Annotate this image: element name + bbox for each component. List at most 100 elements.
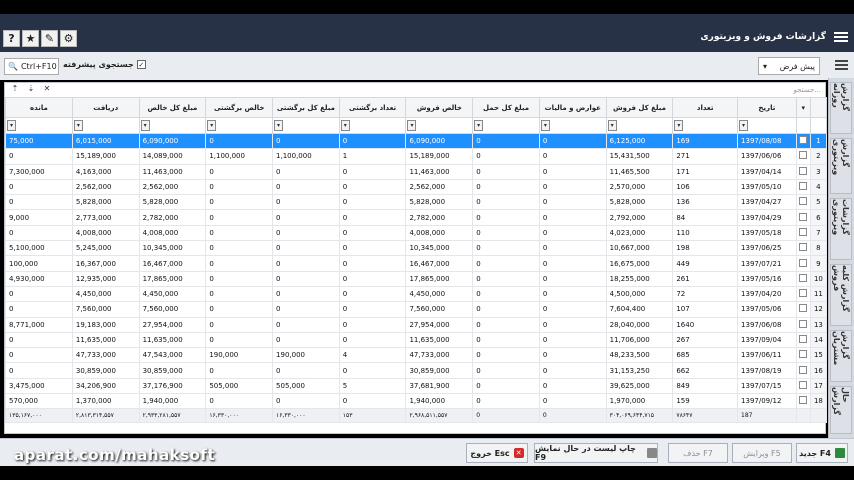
row-checkbox-cell[interactable]	[795, 347, 811, 364]
row-checkbox[interactable]	[799, 365, 808, 374]
print-list-button[interactable]: چاپ لیست در حال نمایش F9	[534, 443, 658, 463]
row-checkbox[interactable]	[799, 197, 808, 206]
column-header[interactable]: تعداد	[672, 97, 739, 118]
filter-cell[interactable]: ▾	[138, 117, 207, 134]
table-row[interactable]: 4 1397/05/10 106 2,570,000 0 0 2,562,000 0 0 0 2,5…	[5, 178, 828, 196]
filter-cell[interactable]: ▾	[405, 117, 474, 134]
filter-preset-select[interactable]: ▾ پیش فرض	[758, 57, 820, 75]
table-row[interactable]: 10 1397/05/16 261 18,255,000 0 0 17,865,000 0 0 0…	[5, 270, 828, 287]
side-tab[interactable]: گزارشات ویزیتوری	[830, 198, 852, 260]
column-header[interactable]: مبلغ کل فروش	[605, 97, 674, 118]
filter-icon[interactable]: ▾	[207, 120, 217, 131]
row-checkbox-cell[interactable]	[795, 194, 811, 211]
filter-cell[interactable]: ▾	[737, 117, 797, 134]
table-row[interactable]: 13 1397/06/08 1640 28,040,000 0 0 27,954,000 0 0…	[5, 316, 828, 333]
filter-icon[interactable]: ▾	[540, 120, 550, 131]
filter-cell[interactable]: ▾	[472, 117, 540, 134]
row-checkbox-cell[interactable]	[795, 224, 811, 242]
filter-icon[interactable]: ▾	[739, 120, 749, 131]
table-row[interactable]: 11 1397/04/20 72 4,500,000 0 0 4,450,000 0 0 0 4,4…	[5, 285, 828, 303]
row-checkbox-cell[interactable]	[795, 178, 811, 196]
row-checkbox-cell[interactable]	[795, 163, 811, 180]
table-row[interactable]: 5 1397/04/27 136 5,828,000 0 0 5,828,000 0 0 0 5,8…	[5, 194, 828, 211]
arrow-up-icon[interactable]: ⇡	[9, 84, 21, 93]
row-checkbox[interactable]	[799, 151, 808, 160]
row-checkbox-cell[interactable]	[795, 209, 811, 226]
filter-cell[interactable]: ▾	[605, 117, 674, 134]
row-checkbox[interactable]	[799, 182, 808, 191]
table-row[interactable]: 3 1397/04/14 171 11,465,500 0 0 11,463,000 0 0 0 1…	[5, 163, 828, 180]
side-tab[interactable]: گزارش ویزیتوری	[830, 138, 852, 194]
row-checkbox[interactable]	[799, 396, 808, 405]
filter-icon[interactable]: ▾	[474, 120, 484, 131]
advanced-search-toggle[interactable]: جستجوی پیشرفته ✓	[63, 60, 146, 69]
row-checkbox-cell[interactable]	[795, 393, 811, 410]
table-row[interactable]: 15 1397/06/11 685 48,233,500 0 0 47,733,000 4 19…	[5, 347, 828, 364]
close-icon[interactable]: ✕	[41, 84, 53, 93]
column-header[interactable]: خالص برگشتی	[205, 97, 274, 118]
table-row[interactable]: 2 1397/06/06 271 15,431,500 0 0 15,189,000 1 1,1…	[5, 148, 828, 165]
filter-icon[interactable]: ▾	[340, 120, 350, 131]
filter-cell[interactable]: ▾	[205, 117, 274, 134]
column-header[interactable]: مبلغ کل برگشتی	[272, 97, 340, 118]
table-row[interactable]: 8 1397/06/25 198 10,667,000 0 0 10,345,000 0 0 0 1…	[5, 240, 828, 257]
filter-icon[interactable]: ▾	[140, 120, 150, 131]
table-row[interactable]: 14 1397/09/04 267 11,706,000 0 0 11,635,000 0 0 0…	[5, 331, 828, 349]
row-checkbox-cell[interactable]	[795, 148, 811, 165]
row-checkbox[interactable]	[799, 243, 808, 252]
filter-icon[interactable]: ▾	[674, 120, 684, 131]
column-header[interactable]: مبلغ کل حمل	[472, 97, 540, 118]
filter-icon[interactable]: ▾	[274, 120, 284, 131]
filter-cell[interactable]: ▾	[71, 117, 140, 134]
filter-icon[interactable]: ▾	[607, 120, 617, 131]
column-header[interactable]: تاریخ	[737, 97, 797, 118]
row-checkbox[interactable]	[799, 335, 808, 343]
row-checkbox-cell[interactable]	[795, 240, 811, 257]
star-icon[interactable]: ★	[22, 30, 39, 47]
menu-icon[interactable]	[834, 32, 848, 42]
row-checkbox-cell[interactable]	[795, 316, 811, 333]
row-checkbox[interactable]	[799, 289, 808, 298]
help-icon[interactable]: ?	[3, 30, 20, 47]
table-row[interactable]: 6 1397/04/29 84 2,792,000 0 0 2,782,000 0 0 0 2,78…	[5, 209, 828, 226]
table-row[interactable]: 1 1397/08/08 169 6,125,000 0 0 6,090,000 0 0 0 6,0…	[5, 132, 828, 150]
row-checkbox[interactable]	[799, 212, 808, 221]
table-row[interactable]: 18 1397/09/12 159 1,970,000 0 0 1,940,000 0 0 0 1,…	[5, 393, 828, 410]
advanced-search-checkbox[interactable]: ✓	[136, 60, 146, 69]
row-checkbox-cell[interactable]	[795, 377, 811, 395]
options-menu-icon[interactable]	[835, 60, 848, 70]
row-checkbox[interactable]	[799, 304, 808, 313]
table-row[interactable]: 7 1397/05/18 110 4,023,000 0 0 4,008,000 0 0 0 4,0…	[5, 224, 828, 242]
filter-cell[interactable]: ▾	[338, 117, 407, 134]
side-tab[interactable]: گزارش روزانه	[830, 82, 852, 134]
exit-button[interactable]: خروج Esc ✕	[466, 443, 528, 463]
row-checkbox[interactable]	[799, 273, 808, 282]
filter-cell[interactable]: ▾	[672, 117, 739, 134]
tools-icon[interactable]: ✎	[41, 30, 58, 47]
filter-icon[interactable]: ▾	[73, 120, 83, 131]
column-header[interactable]: مبلغ کل خالص	[138, 97, 207, 118]
side-tab[interactable]: گزارش کلیه فروش	[830, 264, 852, 326]
filter-icon[interactable]: ▾	[7, 120, 16, 131]
row-checkbox[interactable]	[799, 350, 808, 359]
row-checkbox[interactable]	[799, 227, 808, 236]
column-header[interactable]: مانده	[5, 97, 73, 118]
row-checkbox-cell[interactable]	[795, 331, 811, 349]
search-shortcut-button[interactable]: 🔍 Ctrl+F10	[4, 58, 59, 75]
row-checkbox-cell[interactable]	[795, 362, 811, 379]
new-button[interactable]: جدید F4	[796, 443, 848, 463]
table-row[interactable]: 16 1397/08/19 662 31,153,250 0 0 30,859,000 0 0 0…	[5, 362, 828, 379]
row-checkbox-cell[interactable]	[795, 285, 811, 303]
table-row[interactable]: 12 1397/05/06 107 7,604,400 0 0 7,560,000 0 0 0 7,…	[5, 301, 828, 318]
row-checkbox[interactable]	[799, 258, 808, 267]
row-checkbox[interactable]	[799, 319, 808, 328]
column-header[interactable]: خالص فروش	[405, 97, 474, 118]
row-checkbox-cell[interactable]	[795, 301, 811, 318]
column-header[interactable]: تعداد برگشتی	[338, 97, 407, 118]
column-header[interactable]: عوارض و مالیات	[538, 97, 607, 118]
row-checkbox[interactable]	[799, 136, 808, 145]
row-checkbox[interactable]	[799, 380, 808, 389]
column-header[interactable]: دریافت	[71, 97, 140, 118]
row-checkbox-cell[interactable]	[795, 132, 811, 150]
filter-cell[interactable]: ▾	[538, 117, 607, 134]
